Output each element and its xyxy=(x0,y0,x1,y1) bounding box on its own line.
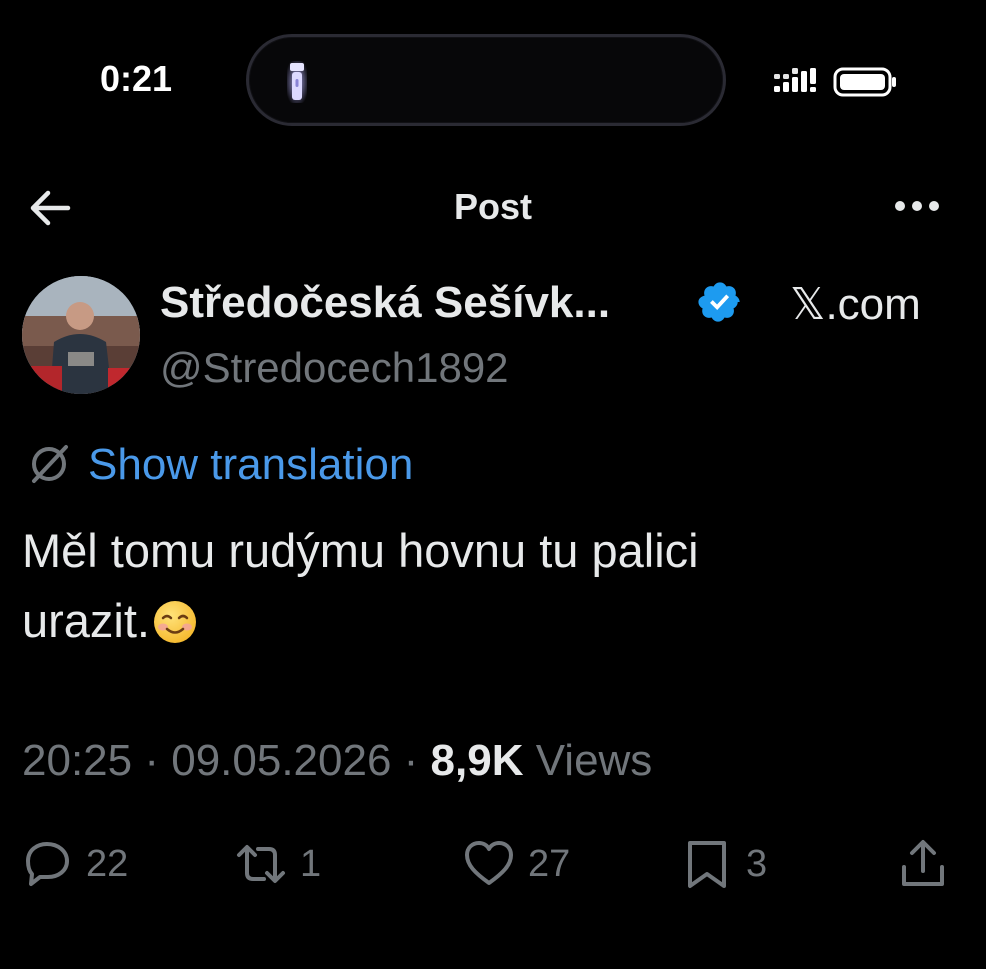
show-translation-link[interactable]: Show translation xyxy=(88,440,413,490)
heart-icon xyxy=(465,841,513,885)
author-handle[interactable]: @Stredocech1892 xyxy=(160,344,509,392)
avatar-photo xyxy=(22,276,140,394)
meta-separator: · xyxy=(132,736,172,785)
page-title: Post xyxy=(453,186,532,227)
avatar[interactable] xyxy=(22,276,140,394)
like-button[interactable]: 27 xyxy=(462,834,570,894)
reply-icon xyxy=(26,842,69,886)
smiling-face-emoji-icon xyxy=(154,601,196,643)
reply-count: 22 xyxy=(86,842,129,885)
repost-icon xyxy=(237,845,285,883)
meta-separator: · xyxy=(391,736,431,785)
dynamic-island xyxy=(246,34,726,126)
status-time: 0:21 xyxy=(100,58,173,99)
share-icon xyxy=(902,840,944,886)
translate-globe-icon xyxy=(32,445,68,483)
author-display-name[interactable]: Středočeská Sešívk... xyxy=(160,278,610,328)
source-watermark: 𝕏.com xyxy=(790,280,921,329)
bookmark-icon xyxy=(688,841,726,888)
repost-button[interactable]: 1 xyxy=(234,834,321,894)
views-count[interactable]: 8,9K xyxy=(431,736,524,785)
repost-count: 1 xyxy=(300,842,322,885)
bookmark-count: 3 xyxy=(746,842,768,885)
post-metadata: 20:25 · 09.05.2026 · 8,9K Views xyxy=(22,736,652,786)
post-text-line-2-words: urazit. xyxy=(22,594,150,647)
more-options-icon[interactable] xyxy=(892,196,942,216)
post-date: 09.05.2026 xyxy=(171,736,392,785)
post-text: Měl tomu rudýmu hovnu tu palici urazit. xyxy=(22,516,922,656)
post-text-line-1: Měl tomu rudýmu hovnu tu palici xyxy=(22,524,699,577)
reply-button[interactable]: 22 xyxy=(20,834,128,894)
cellular-signal-icon xyxy=(774,68,816,92)
flashlight-icon xyxy=(287,61,307,103)
verified-badge-icon xyxy=(698,282,740,322)
battery-icon xyxy=(833,67,896,97)
like-count: 27 xyxy=(528,842,571,885)
post-text-line-2: urazit. xyxy=(22,586,922,656)
bookmark-button[interactable]: 3 xyxy=(680,834,767,894)
post-time: 20:25 xyxy=(22,736,133,785)
share-button[interactable] xyxy=(896,834,950,894)
views-label: Views xyxy=(535,736,653,785)
